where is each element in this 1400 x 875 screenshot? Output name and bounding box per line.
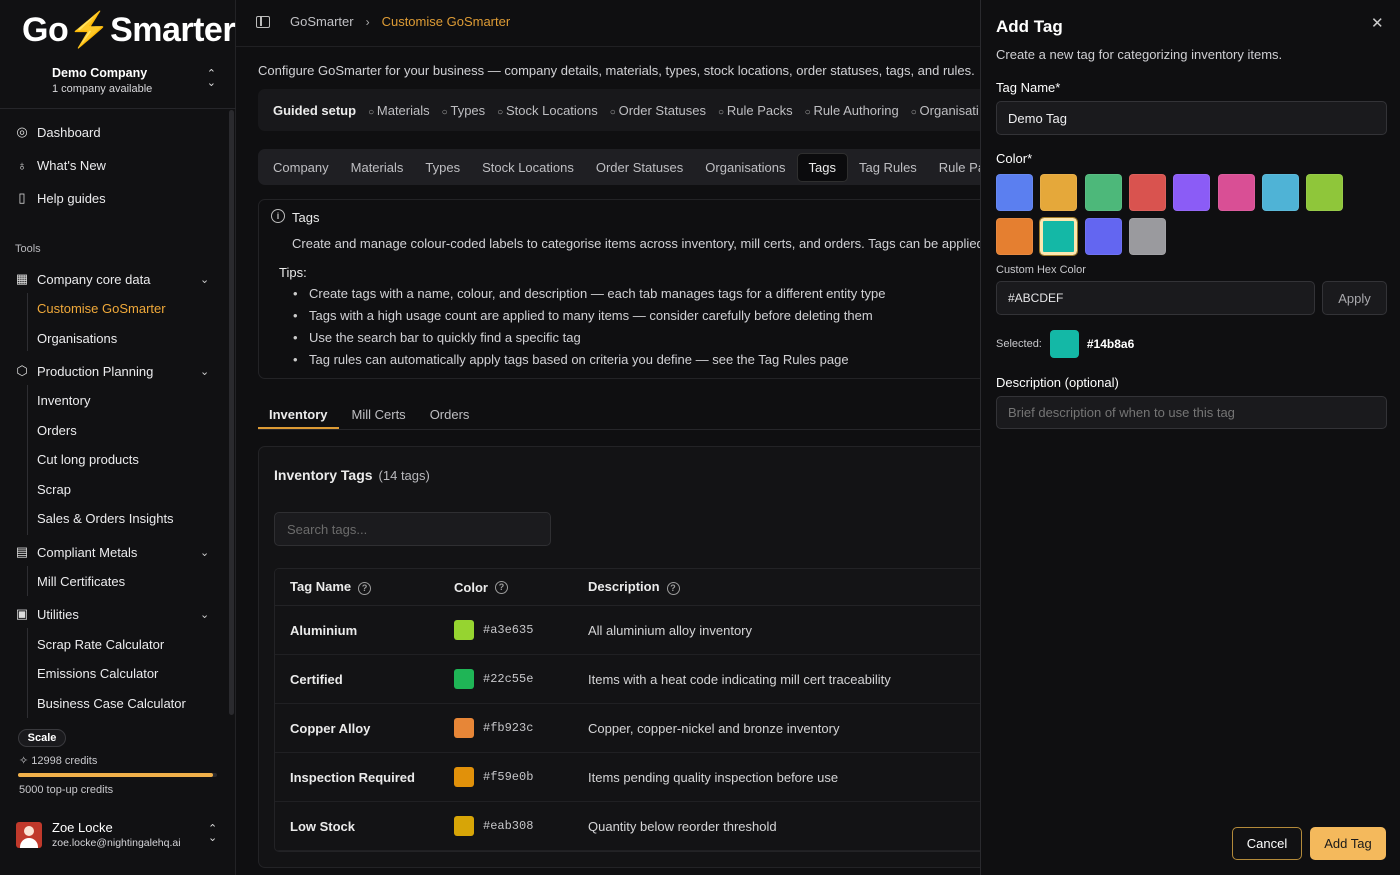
sidebar-item-label: Help guides (37, 190, 106, 206)
chevron-down-icon: ⌄ (200, 273, 210, 286)
company-name: Demo Company (52, 66, 148, 80)
color-option[interactable] (1039, 217, 1079, 256)
tag-name-label: Tag Name* (996, 80, 1061, 95)
plan-badge: Scale (18, 729, 66, 747)
lightbulb-icon: ♁ (17, 157, 27, 173)
selected-label: Selected: (996, 338, 1042, 350)
sidebar-group-production-planning[interactable]: ⬡ Production Planning ⌄ (14, 359, 209, 383)
sidebar-scrollbar[interactable] (229, 110, 234, 715)
document-icon: ▤ (15, 544, 29, 559)
sidebar-group-compliant-metals[interactable]: ▤ Compliant Metals ⌄ (14, 540, 209, 564)
selected-color-swatch (1049, 330, 1079, 358)
sidebar-item-scrap[interactable]: Scrap (37, 482, 71, 497)
chevron-down-icon: ⌄ (200, 546, 210, 559)
calculator-icon: ▣ (15, 606, 29, 621)
color-option[interactable] (996, 174, 1033, 211)
sidebar-item-customise-gosmarter[interactable]: Customise GoSmarter (37, 301, 166, 316)
credits-text: 12998 credits (31, 755, 98, 767)
drawer-subtitle: Create a new tag for categorizing invent… (996, 47, 1283, 62)
description-input[interactable] (996, 396, 1387, 429)
apply-button[interactable]: Apply (1322, 281, 1387, 315)
selected-color: Selected: #14b8a6 (996, 330, 1134, 358)
dashboard-icon: ◎ (16, 124, 28, 139)
custom-hex-label: Custom Hex Color (996, 264, 1086, 276)
color-option[interactable] (1084, 174, 1122, 211)
sparkle-icon: ✧ (19, 755, 32, 767)
sidebar-group-label: Production Planning (37, 363, 154, 379)
sidebar-item-orders[interactable]: Orders (37, 423, 77, 438)
submenu-line (27, 628, 28, 718)
user-name: Zoe Locke (52, 820, 113, 835)
chevron-updown-icon: ⌃ ⌄ (208, 823, 218, 844)
sidebar-item-cut-long-products[interactable]: Cut long products (37, 452, 139, 467)
sidebar-group-utilities[interactable]: ▣ Utilities ⌄ (14, 602, 209, 626)
color-option[interactable] (1173, 174, 1211, 211)
chevron-down-icon: ⌄ (200, 608, 210, 621)
company-sub: 1 company available (52, 83, 153, 95)
sidebar-item-sales-orders-insights[interactable]: Sales & Orders Insights (37, 511, 174, 526)
tag-name-input[interactable] (996, 101, 1387, 135)
selected-color-value: #14b8a6 (1086, 337, 1135, 351)
building-icon: ▦ (15, 271, 29, 286)
sidebar-item-business-case-calculator[interactable]: Business Case Calculator (37, 696, 186, 711)
submenu-line (27, 566, 28, 596)
cancel-button[interactable]: Cancel (1232, 827, 1302, 860)
color-option[interactable] (996, 218, 1033, 255)
color-option[interactable] (1306, 174, 1344, 211)
sidebar-item-dashboard[interactable]: ◎ Dashboard (14, 120, 101, 144)
modal-backdrop[interactable] (236, 0, 980, 875)
sidebar-group-label: Compliant Metals (37, 544, 138, 560)
sidebar-item-mill-certificates[interactable]: Mill Certificates (37, 574, 125, 589)
sidebar-item-emissions-calculator[interactable]: Emissions Calculator (37, 666, 158, 681)
divider (0, 108, 236, 109)
color-option[interactable] (1128, 174, 1166, 211)
credits-progress-bar (18, 773, 217, 777)
cube-icon: ⬡ (16, 363, 28, 378)
avatar (16, 822, 42, 848)
sidebar-item-help-guides[interactable]: ▯ Help guides (14, 186, 106, 210)
color-option[interactable] (1040, 174, 1078, 211)
add-tag-button[interactable]: Add Tag (1310, 827, 1386, 860)
sidebar-item-scrap-rate-calculator[interactable]: Scrap Rate Calculator (37, 637, 164, 652)
credits-count: ✧ 12998 credits (19, 754, 97, 767)
color-option[interactable] (1261, 174, 1299, 211)
user-email: zoe.locke@nightingalehq.ai (52, 837, 181, 849)
app-logo[interactable]: Go⚡Smarter (22, 10, 236, 50)
add-tag-drawer: Add Tag Create a new tag for categorizin… (980, 0, 1400, 875)
custom-hex-input[interactable] (996, 281, 1315, 315)
color-option[interactable] (1128, 218, 1166, 255)
sidebar-item-label: Dashboard (37, 124, 101, 140)
sidebar: Go⚡Smarter Demo Company 1 company availa… (0, 0, 236, 875)
sidebar-item-label: What's New (37, 157, 106, 173)
submenu-line (27, 385, 28, 535)
submenu-line (27, 293, 28, 351)
close-icon[interactable]: ✕ (1371, 14, 1384, 32)
user-menu[interactable]: Zoe Locke zoe.locke@nightingalehq.ai ⌃ ⌄ (16, 820, 226, 852)
color-label: Color* (996, 151, 1033, 166)
sidebar-item-whats-new[interactable]: ♁ What's New (14, 153, 106, 177)
topup-credits: 5000 top-up credits (19, 784, 114, 796)
color-option[interactable] (1084, 218, 1122, 255)
sidebar-group-company-core-data[interactable]: ▦ Company core data ⌄ (14, 267, 209, 291)
color-option[interactable] (1217, 174, 1255, 211)
sidebar-item-organisations[interactable]: Organisations (37, 331, 117, 346)
credits-progress-fill (18, 773, 214, 777)
drawer-title: Add Tag (996, 17, 1063, 36)
chevron-updown-icon: ⌃ ⌄ (206, 68, 216, 89)
description-label: Description (optional) (996, 375, 1119, 390)
sidebar-group-label: Company core data (37, 271, 151, 287)
sidebar-section-label: Tools (15, 243, 41, 255)
chevron-down-icon: ⌄ (200, 365, 210, 378)
sidebar-item-inventory[interactable]: Inventory (37, 393, 90, 408)
sidebar-group-label: Utilities (37, 606, 79, 622)
book-icon: ▯ (18, 190, 26, 205)
company-switcher[interactable]: Demo Company 1 company available ⌃ ⌄ (52, 66, 222, 95)
